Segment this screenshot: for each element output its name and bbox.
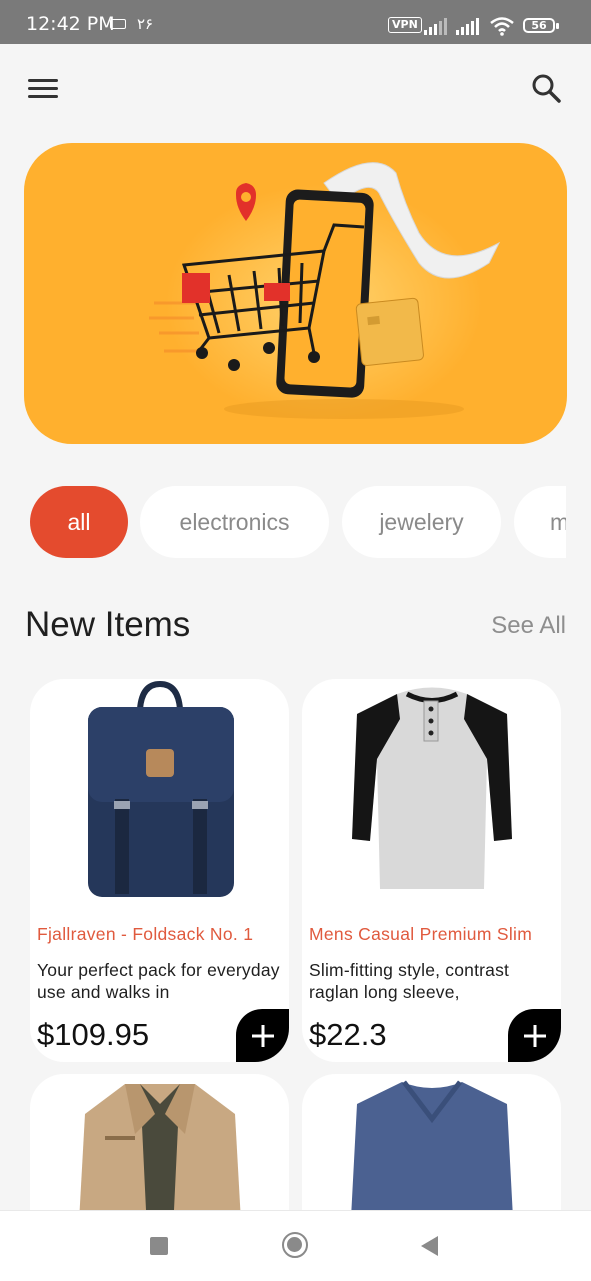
back-icon[interactable] — [421, 1236, 438, 1256]
status-date: ۲۶ — [137, 15, 154, 33]
vpn-badge: VPN — [388, 17, 422, 33]
chip-label: electronics — [179, 508, 290, 535]
add-to-cart-button[interactable] — [236, 1009, 289, 1062]
category-chip-all[interactable]: all — [30, 486, 128, 558]
product-card[interactable]: Fjallraven - Foldsack No. 1 Your perfect… — [30, 679, 289, 1062]
signal-icon — [456, 18, 479, 35]
product-card[interactable]: Mens Casual Premium Slim Slim-fitting st… — [302, 679, 561, 1062]
recents-icon[interactable] — [150, 1237, 168, 1255]
product-price: $22.3 — [309, 1017, 387, 1052]
shopping-cart-phone-illustration — [149, 162, 501, 419]
system-nav-bar — [0, 1210, 591, 1281]
product-description: Your perfect pack for everyday use and w… — [37, 960, 280, 1002]
add-to-cart-button[interactable] — [508, 1009, 561, 1062]
status-time: 12:42 PM — [26, 13, 115, 35]
product-title: Mens Casual Premium Slim — [309, 924, 533, 944]
status-bar: 12:42 PM ۲۶ VPN 56 — [0, 0, 591, 44]
section-title: New Items — [25, 605, 191, 644]
keyboard-icon — [110, 19, 126, 29]
menu-icon[interactable] — [26, 74, 62, 104]
category-chip-jewelery[interactable]: jewelery — [342, 486, 501, 558]
home-icon[interactable] — [282, 1232, 308, 1258]
backpack-image — [88, 680, 234, 897]
chip-label: m — [550, 508, 566, 535]
category-chips: all electronics jewelery m — [0, 486, 566, 560]
see-all-link[interactable]: See All — [491, 612, 566, 640]
signal-icon — [424, 18, 447, 35]
battery-icon: 56 — [523, 18, 559, 33]
chip-label: jewelery — [379, 508, 464, 535]
category-chip-electronics[interactable]: electronics — [140, 486, 329, 558]
promo-banner[interactable] — [24, 143, 567, 444]
product-description: Slim-fitting style, contrast raglan long… — [309, 960, 510, 1002]
raglan-tshirt-image — [352, 687, 512, 889]
product-title: Fjallraven - Foldsack No. 1 — [37, 924, 254, 944]
category-chip-mens[interactable]: m — [514, 486, 566, 558]
chip-label: all — [67, 508, 91, 535]
wifi-icon — [490, 17, 514, 36]
product-price: $109.95 — [37, 1017, 150, 1052]
search-icon[interactable] — [528, 70, 564, 106]
